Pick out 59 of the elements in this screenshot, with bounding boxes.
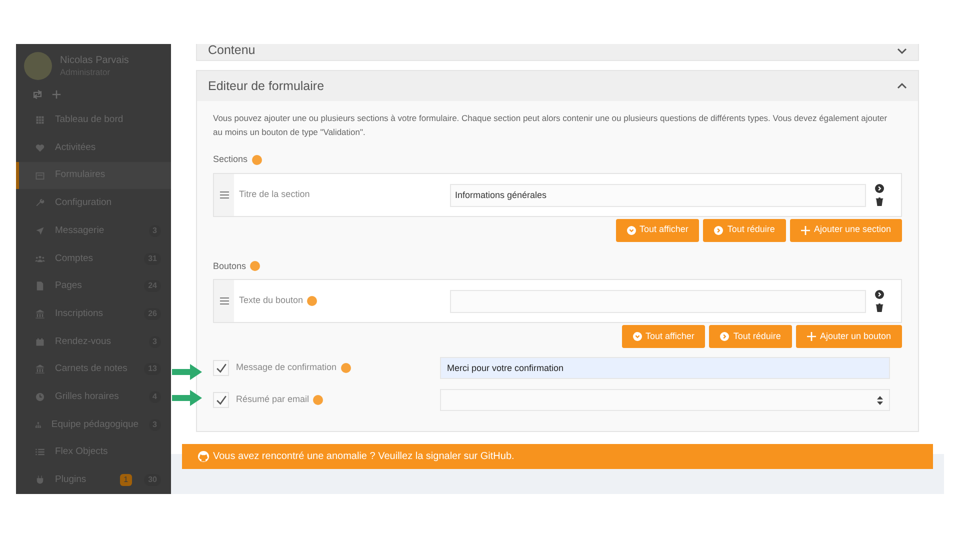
chevron-circle-right-icon — [720, 332, 730, 341]
list-icon — [35, 447, 45, 458]
description-text: Vous pouvez ajouter une ou plusieurs sections à votre formulaire. Chaque section peut alors contenir une ou plusieurs questions de différents types. Vous devez également ajouter au moins un bouton de type "Validation". — [213, 112, 888, 139]
help-icon[interactable] — [307, 296, 318, 306]
field-label: Message de confirmation — [236, 361, 337, 374]
users-icon — [35, 254, 45, 264]
action-button[interactable]: Tout réduire — [709, 325, 792, 348]
hierarchy-icon — [35, 420, 42, 430]
drag-handle-icon[interactable] — [220, 190, 228, 198]
field-label: Résumé par email — [236, 393, 310, 406]
building-icon — [35, 309, 45, 320]
chevron-circle-down-icon — [626, 226, 636, 234]
action-button[interactable]: Ajouter un bouton — [796, 325, 902, 348]
panel-title[interactable]: Editeur de formulaire — [208, 76, 324, 96]
text-field[interactable]: Merci pour votre confirmation — [440, 357, 890, 379]
report-link[interactable]: Vous avez rencontré une anomalie ? Veuillez la signaler sur GitHub. — [213, 449, 514, 464]
alert-count: 1 — [120, 474, 132, 486]
trash-icon[interactable] — [875, 196, 884, 206]
chevron-up-icon[interactable] — [897, 81, 907, 91]
paper-plane-icon — [35, 226, 45, 236]
file-icon — [35, 281, 45, 292]
spinner-arrows-icon — [877, 396, 883, 404]
chevron-circle-right-icon — [714, 226, 724, 234]
wrench-icon — [35, 198, 45, 208]
action-button[interactable]: Tout réduire — [703, 218, 786, 242]
field-label: Titre de la section — [239, 188, 310, 201]
trash-icon[interactable] — [875, 303, 884, 312]
heart-icon — [35, 142, 45, 153]
action-button[interactable]: Tout afficher — [622, 325, 706, 348]
plus-icon[interactable] — [51, 89, 62, 100]
group-label: Sections — [213, 153, 248, 166]
grid-icon — [35, 115, 45, 126]
text-field[interactable]: Informations générales — [450, 184, 866, 206]
chevron-circle-right-icon[interactable] — [875, 184, 884, 192]
avatar — [24, 52, 52, 80]
chevron-circle-right-icon[interactable] — [875, 290, 884, 299]
annotation-arrow — [172, 390, 202, 406]
checkbox[interactable] — [213, 392, 229, 408]
plug-icon — [35, 475, 45, 486]
field-label: Texte du bouton — [239, 294, 304, 308]
annotation-arrow — [172, 364, 202, 380]
chevron-circle-down-icon — [632, 332, 642, 341]
github-icon — [198, 451, 209, 462]
select-field[interactable] — [440, 389, 890, 411]
panel-title[interactable]: Contenu — [208, 44, 256, 60]
group-label: Boutons — [213, 260, 246, 272]
action-button[interactable]: Ajouter une section — [790, 218, 902, 242]
text-field[interactable] — [450, 290, 866, 313]
clock-icon — [35, 392, 45, 402]
building-icon — [35, 364, 45, 374]
plus-icon — [806, 332, 816, 341]
drag-handle-icon[interactable] — [220, 297, 228, 305]
form-icon — [35, 170, 45, 181]
swap-icon[interactable] — [32, 89, 43, 100]
chevron-down-icon[interactable] — [897, 46, 907, 56]
checkbox[interactable] — [213, 360, 229, 376]
plus-icon — [800, 226, 810, 234]
calendar-icon — [35, 336, 45, 347]
action-button[interactable]: Tout afficher — [616, 218, 700, 242]
